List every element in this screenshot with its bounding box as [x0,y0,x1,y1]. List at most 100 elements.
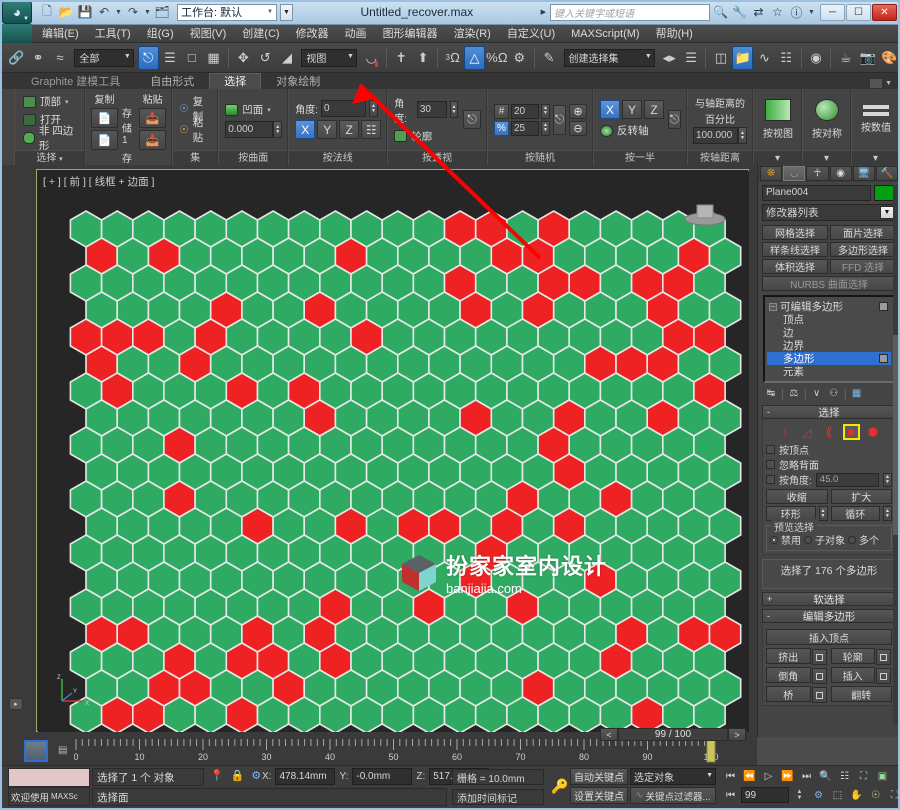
key-toggle-icon[interactable]: 🔑 [551,778,568,795]
set-project-icon[interactable]: 🗂 [153,3,171,21]
workspace-dropdown-button[interactable]: ▼ [280,3,293,21]
open-icon[interactable]: 📂 [57,3,75,21]
bevel-settings-icon[interactable] [811,668,827,684]
menu-item-rendering[interactable]: 渲染(R) [446,25,499,43]
by-angle-value[interactable]: 45.0 [815,472,879,487]
ring-spinner[interactable]: ▲ ▼ [818,506,828,521]
prev-frame-button[interactable]: < [600,728,618,741]
hexagon-mesh[interactable] [38,171,749,732]
track-bar-ruler[interactable]: 0102030405060708090100 < 99 / 100 > [73,728,754,765]
inset-settings-icon[interactable] [876,668,891,684]
by-normal-axis-y[interactable]: Y [317,120,338,139]
by-symmetry-dropdown[interactable]: ▾ [803,150,850,165]
outline-settings-icon[interactable] [876,649,891,665]
poly-select-button[interactable]: 多边形选择 [830,242,896,257]
expand-icon[interactable]: ─ [769,302,777,311]
frame-display[interactable]: 99 / 100 [618,728,728,741]
viewport-canvas[interactable]: Z X Y 扮家家室内设计 banjiajia.com [38,171,749,732]
ribbon-display-mode-icon[interactable] [869,78,884,89]
use-pivot-point-center-icon[interactable]: ◡ [361,46,382,70]
by-half-axis-x[interactable]: X [600,100,620,119]
by-symmetry-button[interactable]: 按对称 [803,89,851,150]
modifier-list-dropdown[interactable]: 修改器列表 ▼ [762,204,896,221]
preview-disabled-radio[interactable] [770,535,778,544]
rollout-soft-selection-header[interactable]: + 软选择 [762,592,896,606]
grow-button[interactable]: 扩大 [830,489,892,504]
reference-coordinate-combo[interactable]: 视图 ▼ [301,48,357,67]
open-mini-curve-editor-button[interactable] [18,737,54,765]
go-to-end-icon[interactable]: ⏭ [798,768,815,784]
view-cube-icon[interactable] [683,197,727,230]
frame-spinner-icon[interactable]: ▲ ▼ [791,787,808,803]
extrude-button[interactable]: 挤出 [766,648,827,665]
by-surface-spinner[interactable]: ▲ ▼ [273,121,283,138]
by-normal-axis-x[interactable]: X [295,120,316,139]
menu-item-customize[interactable]: 自定义(U) [499,25,563,43]
by-perspective-angle-field[interactable]: 30 [416,101,447,118]
by-surface-mode-button[interactable]: 凹面 ▾ [225,101,271,118]
select-and-rotate-icon[interactable]: ↺ [255,46,276,70]
spinner-snap-toggle-icon[interactable]: ⚙ [509,46,530,70]
element-icon[interactable]: ⬢ [865,424,882,440]
bevel-button[interactable]: 倒角 [766,667,827,684]
random-add-button[interactable]: ⊕ [569,103,587,119]
zoom-icon[interactable]: 🔍 [817,768,834,784]
undo-icon[interactable]: ↶ [95,3,113,21]
store-paste-1-button[interactable]: 📥 [139,108,167,128]
search-input[interactable]: 键入关键字或短语 [550,3,710,21]
save-icon[interactable]: 💾 [76,3,94,21]
random-percent-field[interactable]: 25 [511,120,539,136]
menu-item-views[interactable]: 视图(V) [182,25,235,43]
preview-subobject-radio[interactable] [804,535,812,544]
ribbon-panel-caption-selection[interactable]: 选择 ▾ [15,150,85,165]
rectangular-selection-region-icon[interactable]: □ [181,46,202,70]
new-icon[interactable]: 🗋 [38,3,56,21]
minimize-button[interactable]: ─ [820,3,845,21]
chevron-down-icon[interactable]: ▼ [880,206,894,219]
undo-dropdown-icon[interactable]: ▼ [114,3,123,21]
viewport-label[interactable]: [ + ] [ 前 ] [ 线框 + 边面 ] [43,174,154,189]
store-copy-2-button[interactable]: 📄 [91,130,119,150]
render-setup-icon[interactable]: ☕ [835,46,856,70]
ribbon-tab-object-paint[interactable]: 对象绘制 [261,73,335,89]
selection-filter-combo[interactable]: 全部 ▼ [74,48,134,67]
next-frame-button[interactable]: > [728,728,746,741]
chevron-right-icon[interactable]: ▶ [541,8,546,16]
by-perspective-outline-button[interactable]: 轮廓 [394,128,458,145]
stack-toggle-icon[interactable] [879,302,888,311]
track-bar-icon[interactable]: ▤ [58,745,67,756]
by-normal-angle-field[interactable]: 0 [321,100,366,117]
menu-item-modifiers[interactable]: 修改器 [288,25,337,43]
help-dropdown-icon[interactable]: ▼ [807,3,816,21]
patch-select-button[interactable]: 面片选择 [830,225,896,240]
zoom-extents-icon[interactable]: ⛶ [855,768,872,784]
orbit-icon[interactable]: ☉ [867,787,884,803]
bridge-button[interactable]: 桥 [766,686,827,703]
pin-stack-icon[interactable]: ↹ [764,387,778,400]
ribbon-panel-caption-by-pivot-distance[interactable]: 按轴距离 [688,150,752,165]
ignore-backfacing-checkbox-row[interactable]: 忽略背面 [766,457,892,472]
menu-item-group[interactable]: 组(G) [139,25,182,43]
maxscript-prompt-line[interactable]: 欢迎使用 MAXSc [8,787,90,806]
select-and-link-icon[interactable]: 🔗 [6,46,27,70]
select-by-name-icon[interactable]: ☰ [160,46,181,70]
utilities-tab[interactable]: 🔨 [875,166,899,181]
rendered-frame-window-icon[interactable]: 📷 [857,46,878,70]
store-copy-1-button[interactable]: 📄 [91,108,119,128]
edge-icon[interactable]: ◿ [799,424,816,440]
current-frame-field[interactable]: 99 [741,787,789,803]
ribbon-panel-caption-by-half[interactable]: 按一半 [594,150,686,165]
unlink-selection-icon[interactable]: ⚭ [28,46,49,70]
mirror-icon[interactable]: ✝ [391,46,412,70]
ribbon-panel-caption-by-surface[interactable]: 按曲面 [219,150,288,165]
by-numeric-dropdown[interactable]: ▾ [852,150,899,165]
zoom-region-icon[interactable]: ▣ [874,768,891,784]
make-unique-icon[interactable]: ∨ [810,387,824,400]
modifier-stack[interactable]: ─ 可编辑多边形 顶点 边 边界 多边形 元素 [763,295,895,383]
next-frame-icon[interactable]: ⏩ [779,768,796,784]
remove-modifier-icon[interactable]: ⚇ [827,387,841,400]
by-normal-pick-button[interactable]: ☷ [361,120,382,139]
object-name-field[interactable]: Plane004 [762,185,871,201]
rollout-edit-polygons-header[interactable]: - 编辑多边形 [762,609,896,623]
coord-y-field[interactable]: -0.0mm [352,768,413,785]
